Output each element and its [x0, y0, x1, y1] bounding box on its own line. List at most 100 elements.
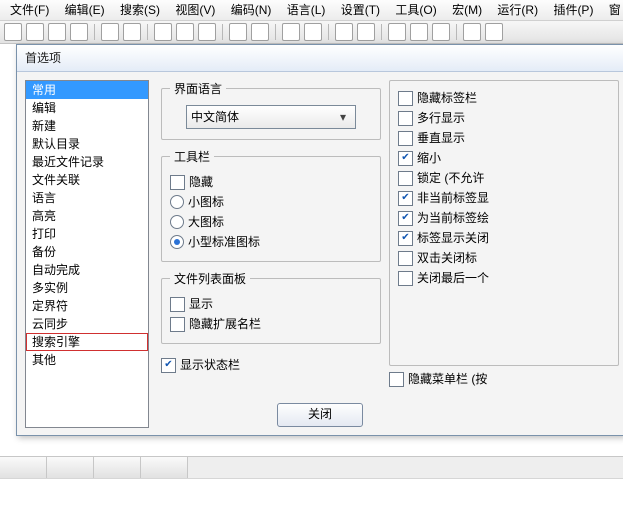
tabbar-label-0: 隐藏标签栏 — [417, 89, 477, 107]
tabbar-check-2[interactable] — [398, 131, 413, 146]
list-item-language[interactable]: 语言 — [26, 189, 148, 207]
menu-file[interactable]: 文件(F) — [4, 0, 55, 20]
save-icon[interactable] — [48, 23, 66, 41]
toolbar-separator — [328, 24, 329, 40]
find-icon[interactable] — [282, 23, 300, 41]
cut-icon[interactable] — [154, 23, 172, 41]
tabbar-check-8[interactable] — [398, 251, 413, 266]
show-chars-icon[interactable] — [410, 23, 428, 41]
new-file-icon[interactable] — [4, 23, 22, 41]
ui-language-value: 中文简体 — [191, 108, 239, 126]
toolbar-separator — [222, 24, 223, 40]
play-macro-icon[interactable] — [485, 23, 503, 41]
filelist-group: 文件列表面板 显示 隐藏扩展名栏 — [161, 270, 381, 344]
copy-icon[interactable] — [176, 23, 194, 41]
preferences-dialog: 首选项 常用 编辑 新建 默认目录 最近文件记录 文件关联 语言 高亮 打印 备… — [16, 44, 623, 436]
chevron-down-icon: ▾ — [335, 108, 351, 126]
wrap-icon[interactable] — [388, 23, 406, 41]
doc-tab[interactable] — [141, 457, 188, 479]
toolbar-small-label: 小图标 — [188, 193, 224, 211]
tabbar-options: 隐藏标签栏多行显示垂直显示缩小锁定 (不允许非当前标签显为当前标签绘标签显示关闭… — [398, 89, 610, 287]
menu-run[interactable]: 运行(R) — [491, 0, 544, 20]
tabbar-label-5: 非当前标签显 — [417, 189, 489, 207]
tabbar-check-3[interactable] — [398, 151, 413, 166]
ui-language-group: 界面语言 中文简体 ▾ — [161, 80, 381, 140]
indent-guide-icon[interactable] — [432, 23, 450, 41]
tabbar-check-0[interactable] — [398, 91, 413, 106]
menu-edit[interactable]: 编辑(E) — [59, 0, 111, 20]
toolbar-hide-check[interactable] — [170, 175, 185, 190]
show-statusbar-check[interactable] — [161, 358, 176, 373]
list-item-recent[interactable]: 最近文件记录 — [26, 153, 148, 171]
toolbar-big-radio[interactable] — [170, 215, 184, 229]
filelist-hideext-check[interactable] — [170, 317, 185, 332]
tabbar-check-5[interactable] — [398, 191, 413, 206]
menu-macro[interactable]: 宏(M) — [446, 0, 488, 20]
tabbar-check-9[interactable] — [398, 271, 413, 286]
zoom-out-icon[interactable] — [357, 23, 375, 41]
undo-icon[interactable] — [229, 23, 247, 41]
menu-bar: 文件(F) 编辑(E) 搜索(S) 视图(V) 编码(N) 语言(L) 设置(T… — [0, 0, 623, 21]
menu-window[interactable]: 窗 — [603, 0, 623, 20]
tabbar-label-7: 标签显示关闭 — [417, 229, 489, 247]
menu-encoding[interactable]: 编码(N) — [225, 0, 278, 20]
open-file-icon[interactable] — [26, 23, 44, 41]
list-item-delimiters[interactable]: 定界符 — [26, 297, 148, 315]
menu-search[interactable]: 搜索(S) — [114, 0, 166, 20]
show-statusbar-label: 显示状态栏 — [180, 356, 240, 374]
list-item-highlight[interactable]: 高亮 — [26, 207, 148, 225]
tabbar-label-2: 垂直显示 — [417, 129, 465, 147]
hide-menubar-check[interactable] — [389, 372, 404, 387]
toolbar-legend: 工具栏 — [170, 148, 214, 165]
list-item-multi-instance[interactable]: 多实例 — [26, 279, 148, 297]
toolbar-standard-radio[interactable] — [170, 235, 184, 249]
redo-icon[interactable] — [251, 23, 269, 41]
filelist-hideext-label: 隐藏扩展名栏 — [189, 315, 261, 333]
tabbar-label-3: 缩小 — [417, 149, 441, 167]
list-item-cloud[interactable]: 云同步 — [26, 315, 148, 333]
doc-tab[interactable] — [0, 457, 47, 479]
record-macro-icon[interactable] — [463, 23, 481, 41]
category-listbox[interactable]: 常用 编辑 新建 默认目录 最近文件记录 文件关联 语言 高亮 打印 备份 自动… — [25, 80, 149, 428]
doc-tab-strip — [0, 456, 623, 479]
menu-view[interactable]: 视图(V) — [169, 0, 221, 20]
replace-icon[interactable] — [304, 23, 322, 41]
list-item-edit[interactable]: 编辑 — [26, 99, 148, 117]
menu-tools[interactable]: 工具(O) — [389, 0, 442, 20]
toolbar-big-label: 大图标 — [188, 213, 224, 231]
menu-settings[interactable]: 设置(T) — [335, 0, 386, 20]
list-item-backup[interactable]: 备份 — [26, 243, 148, 261]
toolbar-small-radio[interactable] — [170, 195, 184, 209]
paste-icon[interactable] — [198, 23, 216, 41]
list-item-new[interactable]: 新建 — [26, 117, 148, 135]
toolbar-hide-label: 隐藏 — [189, 173, 213, 191]
zoom-in-icon[interactable] — [335, 23, 353, 41]
list-item-general[interactable]: 常用 — [26, 81, 148, 99]
toolbar-separator — [94, 24, 95, 40]
ui-language-select[interactable]: 中文简体 ▾ — [186, 105, 356, 129]
close-button[interactable]: 关闭 — [277, 403, 363, 427]
filelist-show-label: 显示 — [189, 295, 213, 313]
doc-tab[interactable] — [94, 457, 141, 479]
tabbar-check-6[interactable] — [398, 211, 413, 226]
menu-lang[interactable]: 语言(L) — [281, 0, 332, 20]
tabbar-check-4[interactable] — [398, 171, 413, 186]
editor-area — [0, 478, 623, 507]
tabbar-check-1[interactable] — [398, 111, 413, 126]
list-item-print[interactable]: 打印 — [26, 225, 148, 243]
menu-plugins[interactable]: 插件(P) — [547, 0, 599, 20]
filelist-show-check[interactable] — [170, 297, 185, 312]
list-item-search-engine[interactable]: 搜索引擎 — [26, 333, 148, 351]
ui-language-legend: 界面语言 — [170, 80, 226, 97]
doc-tab[interactable] — [47, 457, 94, 479]
list-item-default-dir[interactable]: 默认目录 — [26, 135, 148, 153]
print-icon[interactable] — [123, 23, 141, 41]
list-item-autocomplete[interactable]: 自动完成 — [26, 261, 148, 279]
save-all-icon[interactable] — [70, 23, 88, 41]
list-item-file-assoc[interactable]: 文件关联 — [26, 171, 148, 189]
dialog-title: 首选项 — [17, 45, 623, 72]
tabbar-label-1: 多行显示 — [417, 109, 465, 127]
close-icon[interactable] — [101, 23, 119, 41]
list-item-other[interactable]: 其他 — [26, 351, 148, 369]
tabbar-check-7[interactable] — [398, 231, 413, 246]
